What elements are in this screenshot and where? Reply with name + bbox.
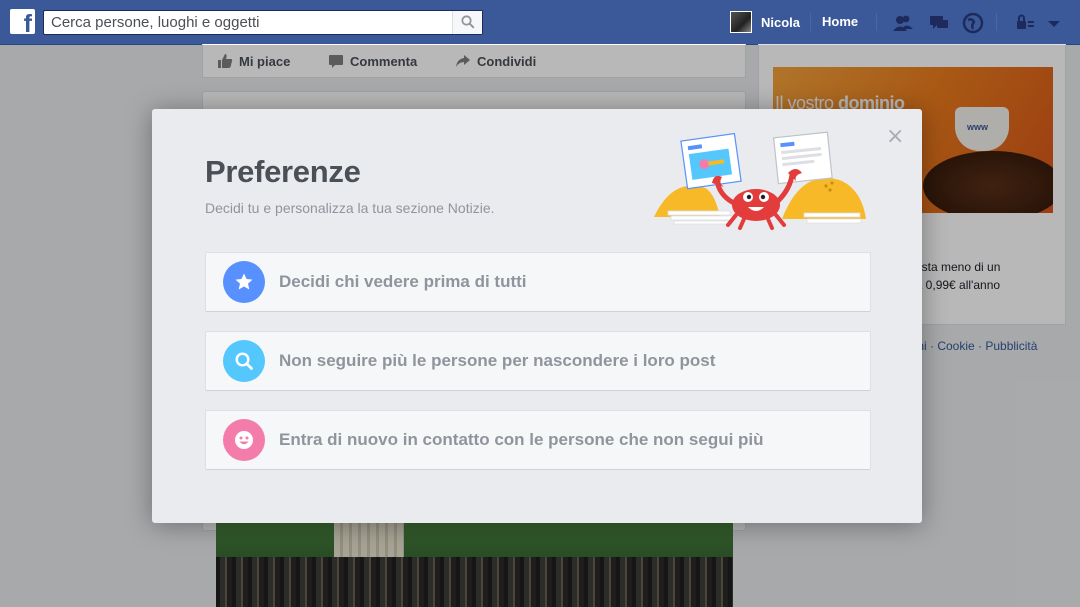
top-navigation-bar: f Nicola Home	[0, 0, 1080, 45]
star-icon	[223, 261, 265, 303]
option-label: Entra di nuovo in contatto con le person…	[279, 430, 764, 449]
reconnect-people-option[interactable]: Entra di nuovo in contatto con le person…	[205, 410, 871, 470]
nav-divider	[810, 13, 811, 31]
search-box	[43, 10, 483, 35]
smiley-icon	[223, 419, 265, 461]
search-icon	[461, 15, 475, 29]
dialog-subtitle: Decidi tu e personalizza la tua sezione …	[205, 200, 495, 216]
see-first-option[interactable]: Decidi chi vedere prima di tutti	[205, 252, 871, 312]
nav-divider	[996, 13, 997, 31]
nav-divider	[876, 13, 877, 31]
unfollow-people-option[interactable]: Non seguire più le persone per nasconder…	[205, 331, 871, 391]
search-icon	[223, 340, 265, 382]
notifications-globe-icon[interactable]	[962, 12, 984, 34]
search-button[interactable]	[452, 11, 482, 34]
home-link[interactable]: Home	[822, 14, 858, 29]
option-label: Decidi chi vedere prima di tutti	[279, 272, 527, 291]
dialog-title: Preferenze	[205, 154, 361, 189]
facebook-logo[interactable]: f	[10, 9, 35, 34]
avatar	[730, 11, 752, 33]
option-label: Non seguire più le persone per nasconder…	[279, 351, 716, 370]
account-menu-chevron-down-icon[interactable]	[1043, 12, 1065, 34]
messages-icon[interactable]	[928, 12, 950, 34]
friend-requests-icon[interactable]	[892, 12, 914, 34]
profile-name: Nicola	[761, 14, 801, 30]
privacy-shortcuts-icon[interactable]	[1014, 12, 1036, 34]
profile-link[interactable]: Nicola	[730, 11, 800, 33]
crab-newspapers-illustration	[654, 131, 866, 230]
close-icon[interactable]: ×	[886, 126, 904, 148]
news-feed-preferences-dialog: × Preferenze Decidi tu e personalizza la…	[152, 109, 922, 523]
search-input[interactable]	[44, 11, 454, 34]
